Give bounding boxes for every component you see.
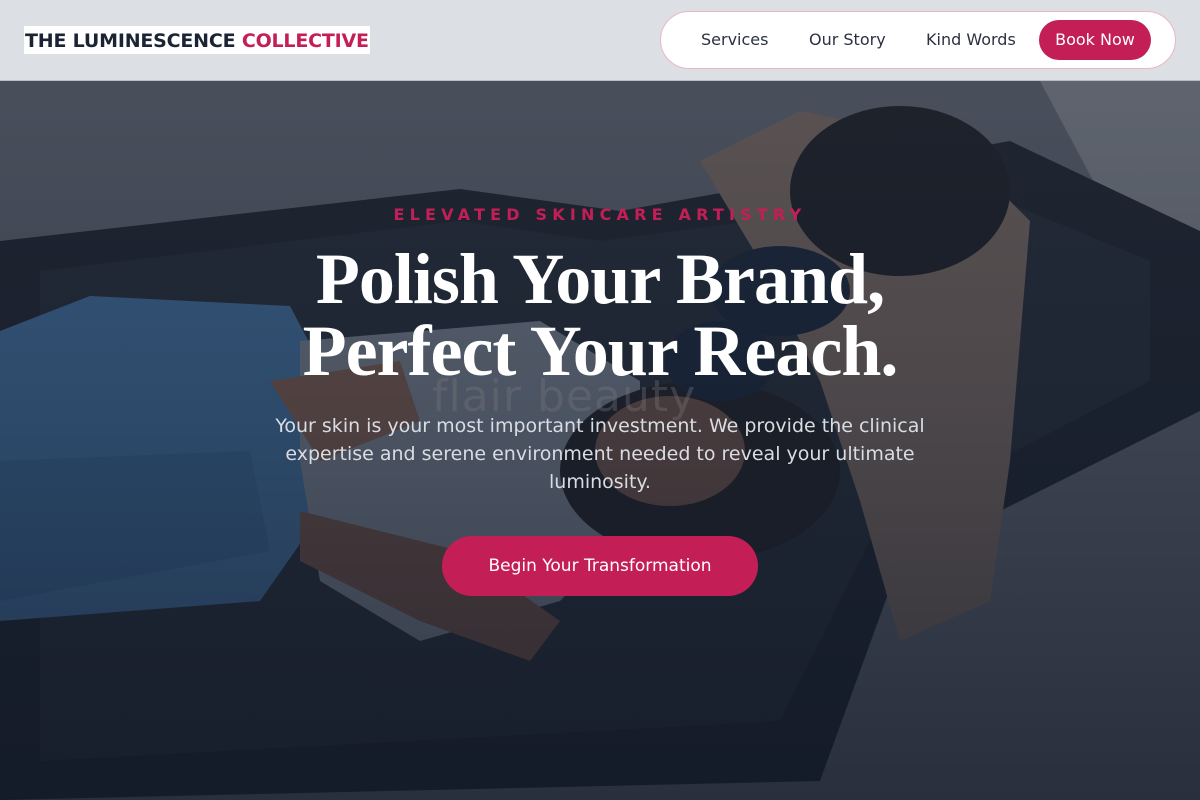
main-nav: Services Our Story Kind Words Book Now [660,11,1176,69]
begin-transformation-button[interactable]: Begin Your Transformation [442,536,758,596]
hero-eyebrow: ELEVATED SKINCARE ARTISTRY [393,205,807,224]
nav-link-services[interactable]: Services [701,30,768,50]
nav-link-kind-words[interactable]: Kind Words [926,30,1016,50]
headline-line-1: Polish Your Brand, [315,239,885,319]
hero-subcopy: Your skin is your most important investm… [275,415,925,493]
brand-name: THE LUMINESCENCE [25,30,236,52]
headline-line-2: Perfect Your Reach. [302,311,899,391]
book-now-button[interactable]: Book Now [1039,20,1151,60]
brand-logo[interactable]: THE LUMINESCENCE COLLECTIVE [24,26,370,54]
brand-accent: COLLECTIVE [241,30,369,52]
site-header: THE LUMINESCENCE COLLECTIVE Services Our… [0,0,1200,81]
hero-headline: Polish Your Brand, Perfect Your Reach. [0,243,1200,387]
nav-link-our-story[interactable]: Our Story [809,30,886,50]
